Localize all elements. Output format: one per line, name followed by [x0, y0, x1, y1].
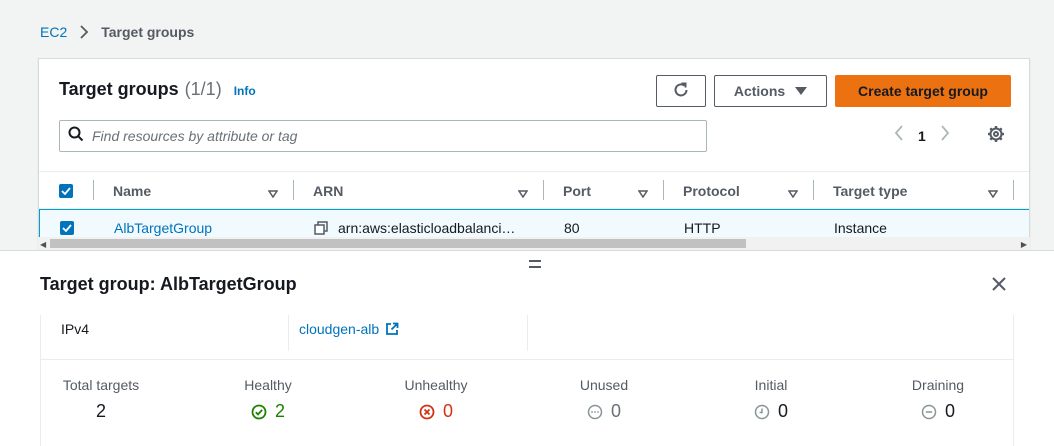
create-target-group-button[interactable]: Create target group — [835, 75, 1011, 107]
stat-draining: Draining 0 — [898, 377, 978, 422]
chevron-right-icon[interactable] — [940, 125, 950, 146]
scroll-left-icon[interactable]: ◀ — [40, 240, 46, 249]
column-header-protocol[interactable]: Protocol — [683, 172, 740, 210]
stat-label: Unused — [579, 377, 629, 393]
stat-value: 2 — [95, 401, 106, 421]
stat-value: 0 — [564, 401, 644, 422]
external-link-icon — [385, 322, 399, 336]
stat-unused: Unused 0 — [564, 377, 644, 422]
stat-value: 0 — [898, 401, 978, 422]
chevron-right-icon — [79, 25, 89, 39]
scroll-right-icon[interactable]: ▶ — [1021, 240, 1027, 249]
x-circle-icon — [419, 404, 435, 420]
stat-value: 0 — [731, 401, 811, 422]
scrollbar-thumb[interactable] — [50, 239, 746, 248]
ellipsis-circle-icon — [587, 404, 603, 420]
column-header-port[interactable]: Port — [563, 172, 591, 210]
split-panel-title: Target group: AlbTargetGroup — [40, 274, 297, 294]
column-header-target-type[interactable]: Target type — [833, 172, 907, 210]
stat-label: Total targets — [62, 377, 140, 393]
stat-value: 2 — [228, 401, 308, 422]
stat-unhealthy: Unhealthy 0 — [396, 377, 476, 422]
chevron-left-icon[interactable] — [894, 125, 904, 146]
stat-value: 0 — [396, 401, 476, 422]
ip-address-type: IPv4 — [61, 321, 90, 337]
stat-total-targets: Total targets 2 — [61, 377, 141, 422]
sort-caret-icon[interactable] — [787, 185, 799, 203]
table-header: Name ARN Port Protocol Target type — [39, 171, 1029, 210]
actions-button[interactable]: Actions — [714, 75, 827, 107]
panel-count: (1/1) — [184, 79, 222, 99]
copy-icon[interactable] — [314, 221, 328, 235]
load-balancer-link[interactable]: cloudgen-alb — [299, 321, 399, 337]
info-link[interactable]: Info — [234, 84, 256, 98]
stat-label: Healthy — [244, 377, 292, 393]
caret-down-icon — [795, 87, 808, 95]
breadcrumb-ec2-link[interactable]: EC2 — [40, 24, 67, 40]
column-header-name[interactable]: Name — [113, 172, 151, 210]
stat-label: Draining — [911, 377, 965, 393]
refresh-icon — [672, 81, 690, 102]
sort-caret-icon[interactable] — [987, 185, 999, 203]
load-balancer-label[interactable]: cloudgen-alb — [299, 321, 379, 337]
sort-caret-icon[interactable] — [267, 185, 279, 203]
column-header-arn[interactable]: ARN — [313, 172, 343, 210]
gear-icon[interactable] — [987, 125, 1005, 148]
minus-circle-icon — [921, 404, 937, 420]
panel-header: Target groups (1/1) Info — [59, 79, 256, 100]
breadcrumb: EC2 Target groups — [40, 24, 194, 40]
sort-caret-icon[interactable] — [637, 185, 649, 203]
target-groups-panel: Target groups (1/1) Info Actions Create … — [38, 58, 1030, 250]
search-icon — [68, 126, 84, 147]
details-section: IPv4 cloudgen-alb Total targets 2 Health… — [40, 315, 1014, 446]
close-icon[interactable] — [992, 277, 1006, 296]
pagination: 1 — [894, 125, 950, 146]
clock-icon — [754, 404, 770, 420]
panel-title: Target groups — [59, 79, 179, 99]
search-input[interactable] — [92, 128, 652, 144]
check-circle-icon — [251, 404, 267, 420]
stat-initial: Initial 0 — [731, 377, 811, 422]
horizontal-scrollbar[interactable]: ◀ ▶ — [38, 237, 1030, 250]
row-arn: arn:aws:elasticloadbalanci… — [338, 220, 516, 236]
drag-handle-icon[interactable] — [528, 256, 542, 274]
refresh-button[interactable] — [656, 75, 706, 107]
stat-label: Unhealthy — [404, 377, 468, 393]
stat-healthy: Healthy 2 — [228, 377, 308, 422]
sort-caret-icon[interactable] — [517, 185, 529, 203]
actions-label: Actions — [733, 83, 786, 99]
split-panel: Target group: AlbTargetGroup IPv4 cloudg… — [0, 250, 1054, 446]
stat-label: Initial — [754, 377, 788, 393]
page-number[interactable]: 1 — [918, 128, 926, 144]
search-field[interactable] — [59, 120, 707, 152]
select-all-checkbox[interactable] — [59, 172, 73, 210]
breadcrumb-current: Target groups — [101, 24, 195, 40]
